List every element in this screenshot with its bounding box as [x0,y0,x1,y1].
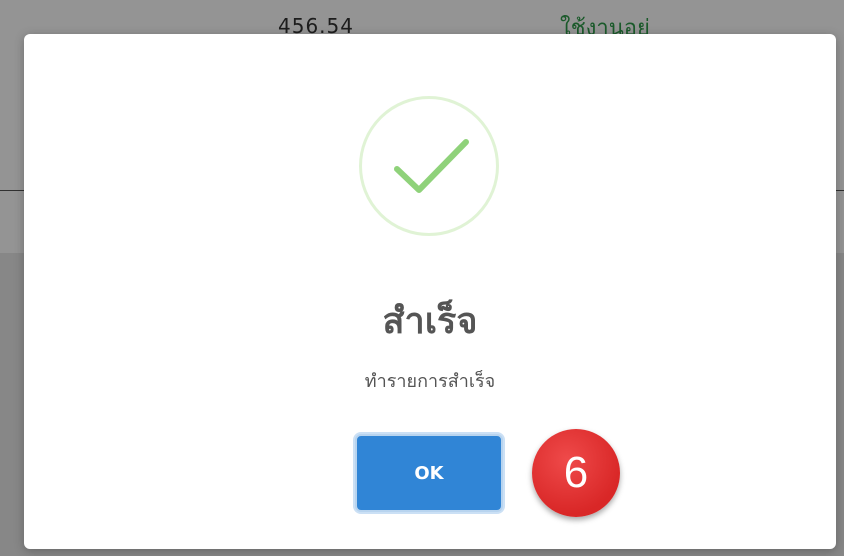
dialog-title: สำเร็จ [382,301,478,342]
success-check-icon [359,96,499,236]
ok-button[interactable]: OK [355,434,503,512]
step-number-badge: 6 [532,429,620,517]
success-dialog: สำเร็จ ทำรายการสำเร็จ OK [24,34,836,549]
dialog-message: ทำรายการสำเร็จ [364,371,496,392]
